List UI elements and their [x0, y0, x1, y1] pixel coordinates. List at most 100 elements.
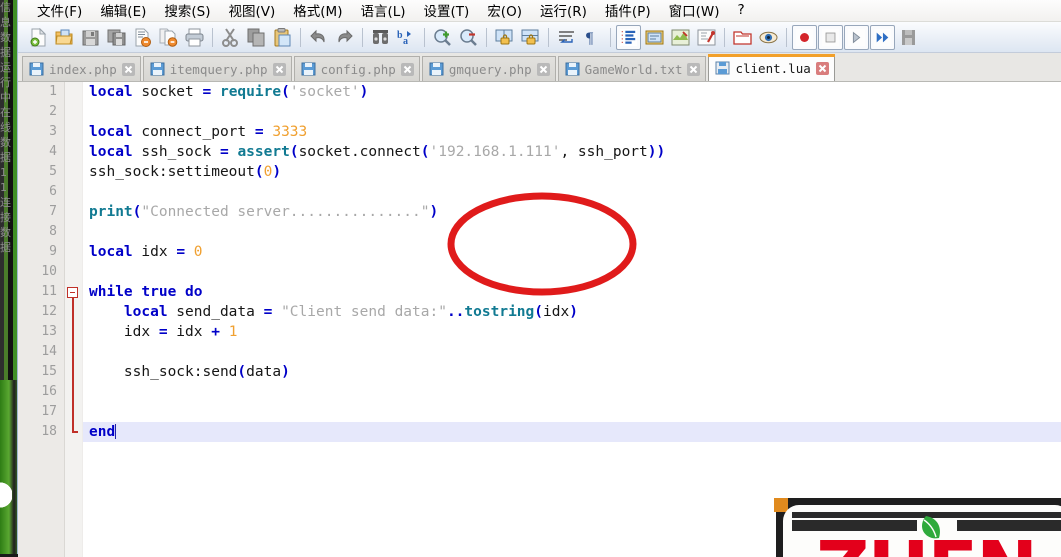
code-line-5: ssh_sock:settimeout(0): [83, 162, 1061, 182]
user-define-dialog-icon[interactable]: [642, 25, 667, 50]
line-number: 4: [18, 142, 64, 162]
word-wrap-icon[interactable]: [554, 25, 579, 50]
code-line-6: [83, 182, 1061, 202]
close-icon[interactable]: [401, 63, 414, 76]
tab-client-lua[interactable]: client.lua: [708, 54, 834, 81]
close-icon[interactable]: [273, 63, 286, 76]
paste-icon[interactable]: [270, 25, 295, 50]
sync-horizontal-icon[interactable]: [518, 25, 543, 50]
code-line-1: local socket = require('socket'): [83, 82, 1061, 102]
play-macro-icon[interactable]: [844, 25, 869, 50]
zhen-watermark-logo: ZHEN: [774, 498, 1061, 557]
close-icon[interactable]: [816, 62, 829, 75]
toolbar-separator: [362, 28, 363, 47]
tab-label: itemquery.php: [170, 62, 268, 77]
line-number: 15: [18, 362, 64, 382]
zoom-in-icon[interactable]: [430, 25, 455, 50]
saved-file-icon: [429, 62, 444, 76]
code-line-16: [83, 382, 1061, 402]
monitoring-icon[interactable]: [756, 25, 781, 50]
function-list-icon[interactable]: [694, 25, 719, 50]
menu-window[interactable]: 窗口(W): [660, 0, 729, 23]
tab-label: config.php: [321, 62, 396, 77]
fast-play-macro-icon[interactable]: [870, 25, 895, 50]
tab-itemquery-php[interactable]: itemquery.php: [143, 56, 292, 81]
code-content[interactable]: local socket = require('socket') local c…: [83, 82, 1061, 557]
redo-icon[interactable]: [332, 25, 357, 50]
code-line-7: print("Connected server..............."): [83, 202, 1061, 222]
tab-gmquery-php[interactable]: gmquery.php: [422, 56, 556, 81]
saved-file-icon: [29, 62, 44, 76]
print-icon[interactable]: [182, 25, 207, 50]
saved-file-icon: [301, 62, 316, 76]
document-map-icon[interactable]: [668, 25, 693, 50]
close-all-icon[interactable]: [156, 25, 181, 50]
close-icon[interactable]: [537, 63, 550, 76]
menu-search[interactable]: 搜索(S): [155, 0, 219, 23]
line-number: 10: [18, 262, 64, 282]
zoom-out-icon[interactable]: [456, 25, 481, 50]
save-macro-icon[interactable]: [896, 25, 921, 50]
line-number: 12: [18, 302, 64, 322]
menu-run[interactable]: 运行(R): [531, 0, 596, 23]
code-line-4: local ssh_sock = assert(socket.connect('…: [83, 142, 1061, 162]
find-icon[interactable]: [368, 25, 393, 50]
tab-index-php[interactable]: index.php: [22, 56, 141, 81]
line-number: 13: [18, 322, 64, 342]
menu-view[interactable]: 视图(V): [220, 0, 285, 23]
line-number: 18: [18, 422, 64, 442]
new-file-icon[interactable]: [26, 25, 51, 50]
cut-icon[interactable]: [218, 25, 243, 50]
toolbar-separator: [300, 28, 301, 47]
toolbar-separator: [724, 28, 725, 47]
menu-plugins[interactable]: 插件(P): [596, 0, 660, 23]
save-icon[interactable]: [78, 25, 103, 50]
toolbar: b a ¶: [18, 22, 1061, 53]
close-file-icon[interactable]: [130, 25, 155, 50]
replace-icon[interactable]: b a: [394, 25, 419, 50]
fold-margin[interactable]: [65, 82, 83, 557]
line-number: 1: [18, 82, 64, 102]
show-all-chars-icon[interactable]: ¶: [580, 25, 605, 50]
record-macro-icon[interactable]: [792, 25, 817, 50]
undo-icon[interactable]: [306, 25, 331, 50]
menu-language[interactable]: 语言(L): [351, 0, 414, 23]
tab-label: gmquery.php: [449, 62, 532, 77]
menu-help[interactable]: ?: [728, 0, 753, 21]
folder-as-workspace-icon[interactable]: [730, 25, 755, 50]
open-file-icon[interactable]: [52, 25, 77, 50]
code-line-18: end: [83, 422, 1061, 442]
copy-icon[interactable]: [244, 25, 269, 50]
line-number: 2: [18, 102, 64, 122]
fold-toggle-collapse[interactable]: [67, 287, 78, 298]
close-icon[interactable]: [122, 63, 135, 76]
svg-text:a: a: [403, 36, 408, 47]
notepadpp-window: 文件(F) 编辑(E) 搜索(S) 视图(V) 格式(M) 语言(L) 设置(T…: [17, 0, 1061, 554]
menu-edit[interactable]: 编辑(E): [91, 0, 155, 23]
code-editor[interactable]: 1 2 3 4 5 6 7 8 9 10 11 12 13 14 15 16 1…: [18, 82, 1061, 557]
line-number: 14: [18, 342, 64, 362]
saved-file-icon: [565, 62, 580, 76]
menu-format[interactable]: 格式(M): [284, 0, 351, 23]
stop-macro-icon[interactable]: [818, 25, 843, 50]
sync-vertical-icon[interactable]: [492, 25, 517, 50]
indent-guide-icon[interactable]: [616, 25, 641, 50]
line-number: 5: [18, 162, 64, 182]
fold-range-line: [72, 298, 74, 432]
code-line-10: [83, 262, 1061, 282]
menu-settings[interactable]: 设置(T): [415, 0, 479, 23]
line-number-gutter: 1 2 3 4 5 6 7 8 9 10 11 12 13 14 15 16 1…: [18, 82, 65, 557]
toolbar-separator: [786, 28, 787, 47]
menu-bar: 文件(F) 编辑(E) 搜索(S) 视图(V) 格式(M) 语言(L) 设置(T…: [18, 0, 1061, 22]
tab-config-php[interactable]: config.php: [294, 56, 420, 81]
menu-macro[interactable]: 宏(O): [478, 0, 531, 23]
code-line-2: [83, 102, 1061, 122]
code-line-8: [83, 222, 1061, 242]
tab-gameworld-txt[interactable]: GameWorld.txt: [558, 56, 707, 81]
line-number: 6: [18, 182, 64, 202]
menu-file[interactable]: 文件(F): [28, 0, 91, 23]
close-icon[interactable]: [687, 63, 700, 76]
svg-text:ZHEN: ZHEN: [816, 526, 1036, 557]
tab-label: GameWorld.txt: [585, 62, 683, 77]
save-all-icon[interactable]: [104, 25, 129, 50]
